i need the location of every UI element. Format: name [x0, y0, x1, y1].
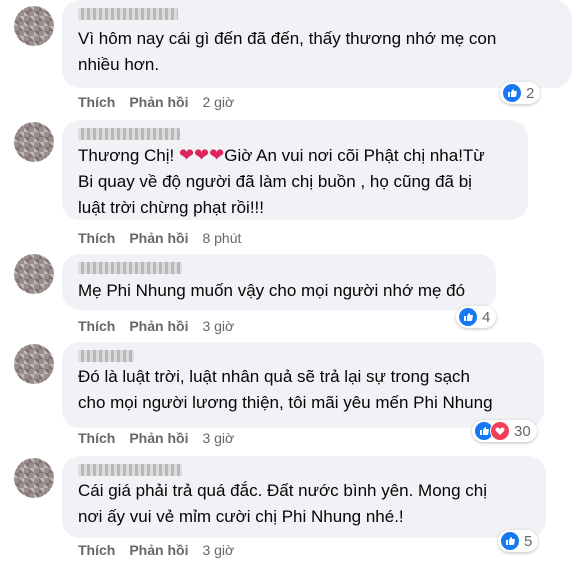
love-reaction-icon — [490, 421, 510, 441]
comment-actions: Thích Phản hồi 3 giờ — [78, 542, 234, 558]
reply-button[interactable]: Phản hồi — [129, 318, 188, 334]
like-button[interactable]: Thích — [78, 430, 115, 446]
timestamp[interactable]: 3 giờ — [202, 430, 234, 446]
reaction-count: 30 — [514, 422, 531, 440]
reaction-count: 4 — [482, 308, 491, 326]
comment-text: Đó là luật trời, luật nhân quả sẽ trả lạ… — [78, 367, 493, 412]
comment-text-prefix: Thương Chị! — [78, 146, 179, 165]
reaction-summary[interactable]: 30 — [472, 420, 537, 442]
comment-actions: Thích Phản hồi 3 giờ — [78, 318, 234, 334]
reply-button[interactable]: Phản hồi — [129, 430, 188, 446]
comment-bubble: Thương Chị! ❤❤❤Giờ An vui nơi cõi Phật c… — [62, 120, 528, 220]
commenter-name-redacted[interactable] — [78, 8, 178, 20]
commenter-name-redacted[interactable] — [78, 262, 182, 274]
reply-button[interactable]: Phản hồi — [129, 230, 188, 246]
timestamp[interactable]: 8 phút — [202, 230, 241, 246]
comment-text: Thương Chị! ❤❤❤Giờ An vui nơi cõi Phật c… — [78, 142, 512, 221]
avatar[interactable] — [14, 344, 54, 384]
reaction-summary[interactable]: 5 — [498, 530, 539, 552]
reaction-count: 2 — [526, 84, 535, 102]
commenter-name-redacted[interactable] — [78, 350, 134, 362]
reaction-summary[interactable]: 2 — [500, 82, 541, 104]
avatar[interactable] — [14, 6, 54, 46]
reply-button[interactable]: Phản hồi — [129, 94, 188, 110]
comment-bubble: Cái giá phải trả quá đắc. Đất nước bình … — [62, 456, 546, 538]
comment-actions: Thích Phản hồi 8 phút — [78, 230, 241, 246]
comment-bubble: Vì hôm nay cái gì đến đã đến, thấy thươn… — [62, 0, 572, 88]
reaction-count: 5 — [524, 532, 533, 550]
reply-button[interactable]: Phản hồi — [129, 542, 188, 558]
heart-emojis: ❤❤❤ — [178, 145, 225, 165]
comment-text: Vì hôm nay cái gì đến đã đến, thấy thươn… — [78, 29, 497, 74]
like-reaction-icon — [502, 83, 522, 103]
comment-text: Cái giá phải trả quá đắc. Đất nước bình … — [78, 481, 488, 526]
like-reaction-icon — [458, 307, 478, 327]
like-reaction-icon — [500, 531, 520, 551]
comment-bubble: Đó là luật trời, luật nhân quả sẽ trả lạ… — [62, 342, 544, 428]
avatar[interactable] — [14, 254, 54, 294]
comment-actions: Thích Phản hồi 2 giờ — [78, 94, 234, 110]
commenter-name-redacted[interactable] — [78, 128, 180, 140]
timestamp[interactable]: 3 giờ — [202, 542, 234, 558]
comment-actions: Thích Phản hồi 3 giờ — [78, 430, 234, 446]
comment-text: Mẹ Phi Nhung muốn vậy cho mọi người nhớ … — [78, 281, 466, 300]
timestamp[interactable]: 3 giờ — [202, 318, 234, 334]
avatar[interactable] — [14, 458, 54, 498]
like-button[interactable]: Thích — [78, 542, 115, 558]
like-button[interactable]: Thích — [78, 318, 115, 334]
comment-bubble: Mẹ Phi Nhung muốn vậy cho mọi người nhớ … — [62, 254, 496, 310]
commenter-name-redacted[interactable] — [78, 464, 182, 476]
avatar[interactable] — [14, 122, 54, 162]
like-button[interactable]: Thích — [78, 230, 115, 246]
timestamp[interactable]: 2 giờ — [202, 94, 234, 110]
like-button[interactable]: Thích — [78, 94, 115, 110]
reaction-summary[interactable]: 4 — [456, 306, 497, 328]
